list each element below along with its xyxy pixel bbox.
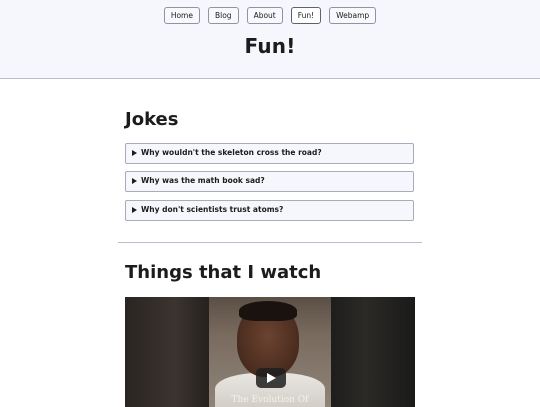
disclosure-triangle-icon <box>132 150 137 156</box>
nav-about-button[interactable]: About <box>246 7 283 24</box>
joke-question: Why was the math book sad? <box>141 176 265 185</box>
site-header: Home Blog About Fun! Webamp Fun! <box>0 0 540 79</box>
page-title: Fun! <box>244 34 296 58</box>
jokes-heading: Jokes <box>125 109 179 130</box>
play-icon[interactable] <box>256 368 286 388</box>
section-divider <box>118 242 422 243</box>
disclosure-triangle-icon <box>132 178 137 184</box>
joke-item-atoms[interactable]: Why don't scientists trust atoms? <box>125 200 414 221</box>
nav-home-button[interactable]: Home <box>163 7 200 24</box>
joke-question: Why wouldn't the skeleton cross the road… <box>141 148 322 157</box>
video-thumbnail <box>209 297 331 407</box>
joke-item-math-book[interactable]: Why was the math book sad? <box>125 171 414 192</box>
nav-fun-button[interactable]: Fun! <box>290 7 322 24</box>
top-nav: Home Blog About Fun! Webamp <box>0 7 540 24</box>
video-caption: The Evolution Of <box>231 395 309 405</box>
video-blur-left <box>125 297 209 407</box>
video-embed[interactable]: The Evolution Of <box>125 297 415 407</box>
video-blur-right <box>331 297 415 407</box>
watch-heading: Things that I watch <box>125 262 322 283</box>
joke-question: Why don't scientists trust atoms? <box>141 205 284 214</box>
disclosure-triangle-icon <box>132 207 137 213</box>
nav-webamp-button[interactable]: Webamp <box>329 7 377 24</box>
nav-blog-button[interactable]: Blog <box>207 7 239 24</box>
joke-item-skeleton[interactable]: Why wouldn't the skeleton cross the road… <box>125 143 414 164</box>
